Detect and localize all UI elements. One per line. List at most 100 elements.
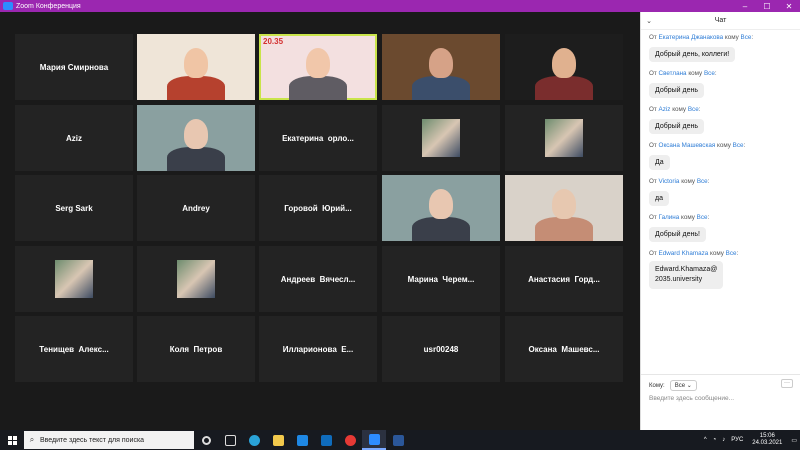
participant-name: usr00248 <box>423 344 459 354</box>
participant-tile[interactable]: 20.35 <box>259 34 377 100</box>
start-button[interactable] <box>0 430 24 450</box>
participant-name: Горовой Юрий... <box>284 203 352 213</box>
recipient-select[interactable]: Все ⌄ <box>669 380 697 391</box>
participant-tile[interactable] <box>137 105 255 171</box>
message-sender: Галина <box>658 214 680 221</box>
person-body <box>535 76 593 100</box>
participant-tile[interactable] <box>137 246 255 312</box>
message-recipient: Все <box>740 34 752 41</box>
participant-name: Мария Смирнова <box>39 62 109 72</box>
participant-tile[interactable]: Serg Sark <box>15 175 133 241</box>
person-face <box>184 119 208 149</box>
chat-message: От Галина кому Все: Добрый день! <box>649 214 800 250</box>
chat-compose: Кому: Все ⌄ ··· Введите здесь сообщение.… <box>641 374 800 430</box>
message-meta: От Оксана Машевская кому Все: <box>649 142 746 149</box>
mail-icon[interactable] <box>314 430 338 450</box>
chat-message: От Aziz кому Все: Добрый день <box>649 106 800 142</box>
participant-tile[interactable]: usr00248 <box>382 316 500 382</box>
person-face <box>429 48 453 78</box>
file-explorer-icon[interactable] <box>266 430 290 450</box>
person-face <box>306 48 330 78</box>
chrome-icon[interactable] <box>338 430 362 450</box>
participant-tile[interactable]: Тенищев Алекс... <box>15 316 133 382</box>
participant-tile[interactable]: Илларионова Е... <box>259 316 377 382</box>
participant-tile[interactable]: Мария Смирнова <box>15 34 133 100</box>
person-body <box>535 217 593 241</box>
windows-taskbar: ⌕ Введите здесь текст для поиска ^ ◔ ♪ Р… <box>0 430 800 450</box>
chat-messages: От Екатерина Джанакова кому Все: Добрый д… <box>641 34 800 294</box>
chevron-up-icon[interactable]: ^ <box>704 437 707 443</box>
participant-tile[interactable] <box>137 34 255 100</box>
volume-icon[interactable]: ♪ <box>722 437 725 443</box>
minimize-button[interactable]: – <box>734 2 756 11</box>
participant-tile[interactable]: Коля Петров <box>137 316 255 382</box>
to-label: кому <box>724 34 739 41</box>
participant-tile[interactable]: Andrey <box>137 175 255 241</box>
participant-name: Анастасия Горд... <box>528 274 600 284</box>
person-face <box>552 48 576 78</box>
participant-tile[interactable]: Андреев Вячесл... <box>259 246 377 312</box>
message-text: Добрый день, коллеги! <box>649 47 736 62</box>
from-label: От <box>649 250 657 257</box>
participant-name: Коля Петров <box>169 344 223 354</box>
participant-tile[interactable] <box>505 105 623 171</box>
more-options-button[interactable]: ··· <box>781 379 793 388</box>
participant-tile[interactable]: Оксана Машевс... <box>505 316 623 382</box>
participant-name: Andrey <box>182 203 210 213</box>
maximize-button[interactable]: ☐ <box>756 2 778 11</box>
message-text: Edward.Khamaza@ 2035.university <box>649 261 724 289</box>
participant-avatar <box>422 119 460 157</box>
person-body <box>412 217 470 241</box>
participant-avatar <box>55 260 93 298</box>
store-icon[interactable] <box>290 430 314 450</box>
message-recipient: Все <box>696 214 708 221</box>
cortana-icon[interactable] <box>194 430 218 450</box>
person-face <box>429 189 453 219</box>
chat-message: От Оксана Машевская кому Все: Да <box>649 142 800 178</box>
to-label: кому <box>672 106 687 113</box>
chevron-down-icon[interactable]: ⌄ <box>641 17 657 25</box>
message-sender: Victoria <box>658 178 680 185</box>
participant-tile[interactable] <box>15 246 133 312</box>
participant-name: Оксана Машевс... <box>528 344 600 354</box>
from-label: От <box>649 34 657 41</box>
clock-date: 24.03.2021 <box>752 440 783 446</box>
participant-tile[interactable] <box>382 105 500 171</box>
taskbar-search[interactable]: ⌕ Введите здесь текст для поиска <box>24 431 194 449</box>
zoom-icon[interactable] <box>362 430 386 450</box>
video-gallery: Мария Смирнова 20.35 Aziz Екатерина орло...… <box>0 12 640 430</box>
chat-title: Чат <box>714 17 727 24</box>
task-view-icon[interactable] <box>218 430 242 450</box>
participant-tile[interactable]: Горовой Юрий... <box>259 175 377 241</box>
participant-tile[interactable]: Анастасия Горд... <box>505 246 623 312</box>
participant-tile[interactable] <box>505 34 623 100</box>
notifications-icon[interactable]: ▭ <box>791 437 797 444</box>
participant-tile[interactable]: Марина Черем... <box>382 246 500 312</box>
message-meta: От Victoria кому Все: <box>649 178 710 185</box>
chat-input[interactable]: Введите здесь сообщение... <box>649 395 734 402</box>
message-meta: От Екатерина Джанакова кому Все: <box>649 34 754 41</box>
participant-name: Илларионова Е... <box>282 344 354 354</box>
wifi-icon[interactable]: ◔ <box>713 437 717 443</box>
message-recipient: Все <box>703 70 715 77</box>
edge-icon[interactable] <box>242 430 266 450</box>
participant-tile[interactable] <box>382 175 500 241</box>
close-button[interactable]: ✕ <box>778 2 800 11</box>
participant-name: Serg Sark <box>55 203 93 213</box>
participant-tile[interactable] <box>382 34 500 100</box>
participant-tile[interactable] <box>505 175 623 241</box>
clock-time: 15:06 <box>759 433 775 439</box>
participant-name: Андреев Вячесл... <box>280 274 356 284</box>
participant-tile[interactable]: Aziz <box>15 105 133 171</box>
participant-name: Тенищев Алекс... <box>39 344 109 354</box>
message-text: Добрый день <box>649 119 704 134</box>
clock[interactable]: 15:06 24.03.2021 <box>752 433 782 447</box>
word-icon[interactable] <box>386 430 410 450</box>
participant-tile[interactable]: Екатерина орло... <box>259 105 377 171</box>
to-label: кому <box>681 178 696 185</box>
language-indicator[interactable]: РУС <box>731 437 743 443</box>
to-label: кому <box>710 250 724 257</box>
to-label: кому <box>681 214 695 221</box>
message-sender: Екатерина Джанакова <box>658 34 724 41</box>
message-sender: Оксана Машевская <box>658 142 716 149</box>
